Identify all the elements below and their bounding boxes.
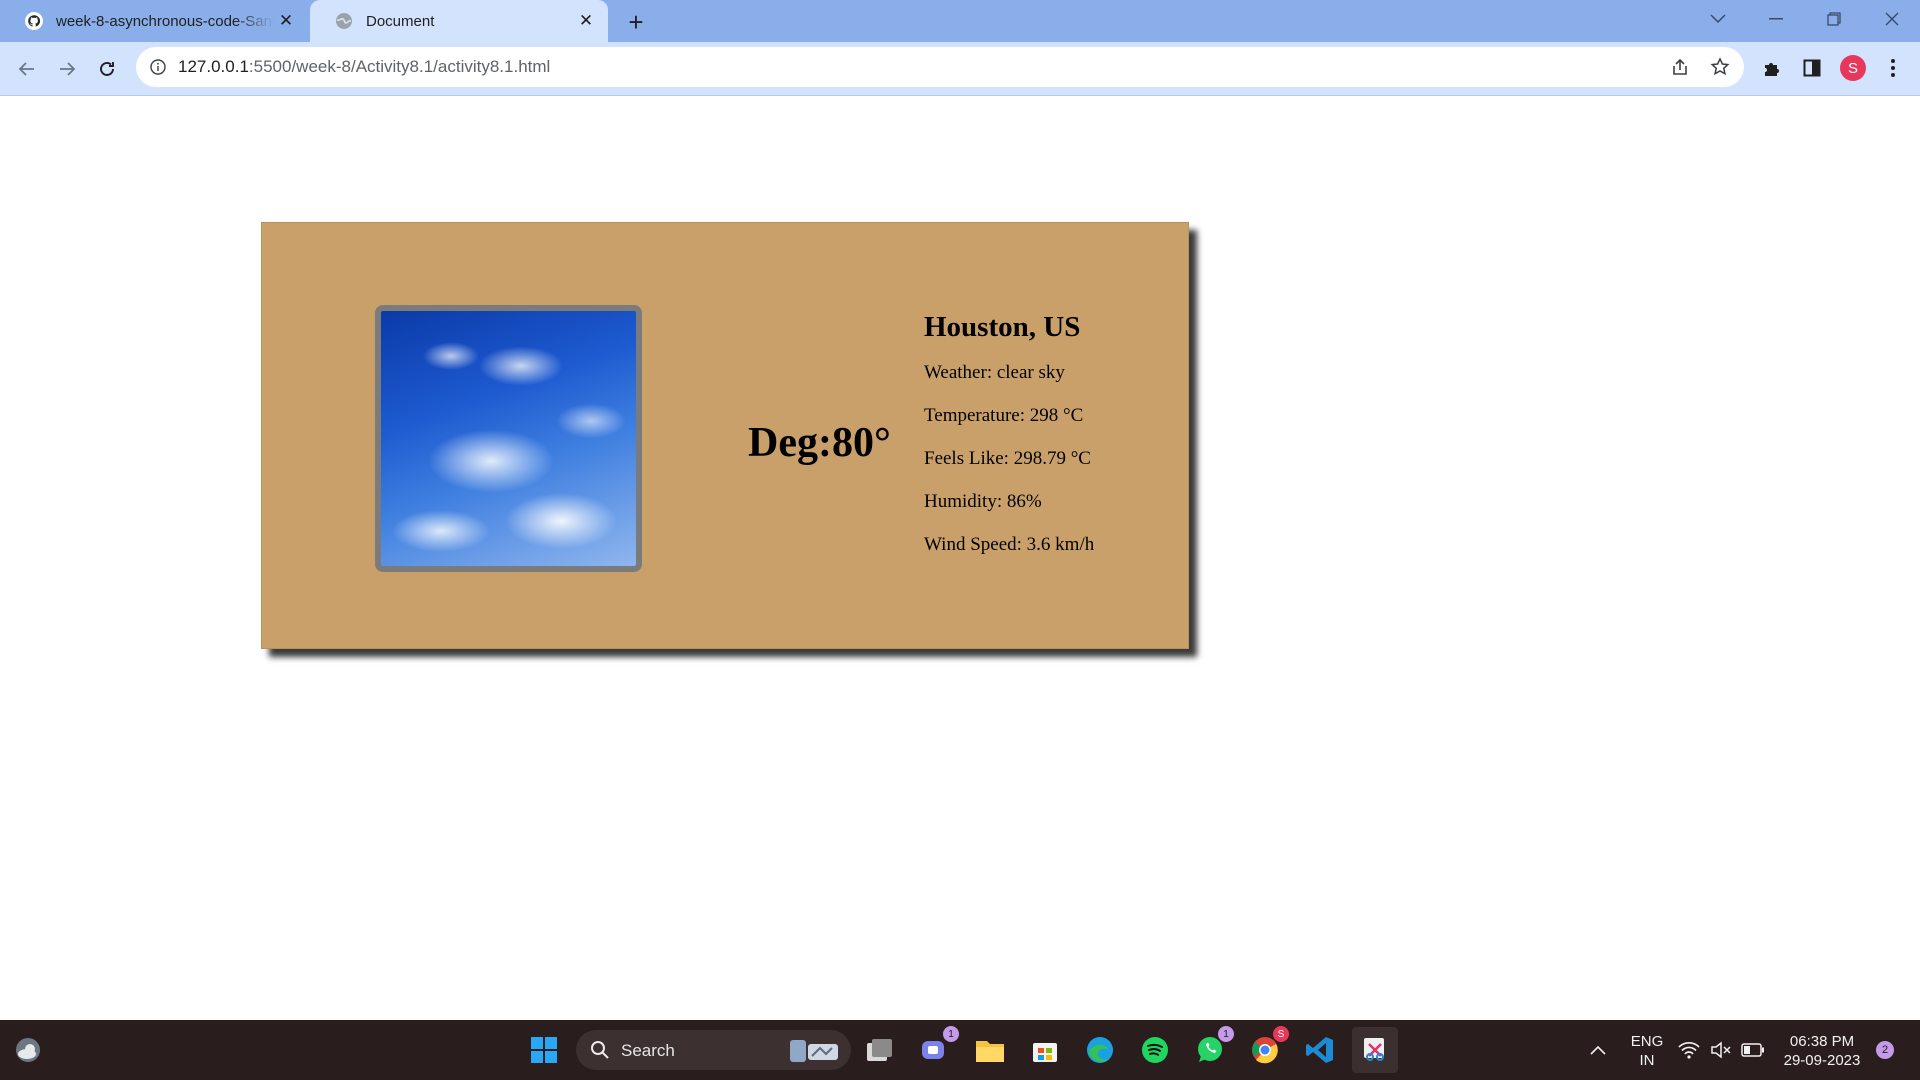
new-tab-plus-icon[interactable]: + <box>620 6 652 38</box>
battery-icon[interactable] <box>1738 1032 1768 1068</box>
tab-title: Document <box>366 12 435 30</box>
clock-time: 06:38 PM <box>1789 1033 1855 1050</box>
region-code: IN <box>1639 1052 1655 1069</box>
teams-notification-badge: 1 <box>943 1026 959 1042</box>
info-icon[interactable] <box>148 57 168 77</box>
chevron-up-icon[interactable] <box>1580 1032 1616 1068</box>
microsoft-store-icon[interactable] <box>1027 1032 1063 1068</box>
weather-details: Houston, US Weather: clear sky Temperatu… <box>924 311 1094 577</box>
language-indicator[interactable]: ENG IN <box>1622 1032 1672 1070</box>
url-host: 127.0.0.1 <box>178 57 249 76</box>
chrome-icon[interactable]: S <box>1247 1026 1289 1068</box>
weather-card: Deg:80° Houston, US Weather: clear sky T… <box>261 222 1189 649</box>
vscode-icon[interactable] <box>1302 1032 1338 1068</box>
tab-search-chevron-icon[interactable] <box>1690 0 1746 38</box>
weather-image <box>375 305 642 572</box>
city-heading: Houston, US <box>924 311 1081 343</box>
file-explorer-icon[interactable] <box>972 1032 1008 1068</box>
weather-widget-icon[interactable] <box>10 1032 46 1068</box>
search-label: Search <box>621 1041 675 1060</box>
reload-icon[interactable] <box>90 52 124 86</box>
profile-avatar[interactable]: S <box>1840 55 1866 81</box>
back-arrow-icon[interactable] <box>10 52 44 86</box>
clock-date: 29-09-2023 <box>1783 1052 1861 1069</box>
browser-toolbar: 127.0.0.1:5500/week-8/Activity8.1/activi… <box>0 42 1920 96</box>
address-bar[interactable]: 127.0.0.1:5500/week-8/Activity8.1/activi… <box>136 47 1744 87</box>
language-code: ENG <box>1630 1033 1664 1050</box>
whatsapp-notification-badge: 1 <box>1218 1026 1234 1042</box>
tab-document[interactable]: Document ✕ <box>310 0 608 42</box>
minimize-icon[interactable] <box>1748 0 1804 38</box>
close-icon[interactable]: ✕ <box>274 9 298 33</box>
snipping-tool-icon[interactable] <box>1352 1027 1398 1073</box>
feels-like-value: Feels Like: 298.79 °C <box>924 448 1091 469</box>
tab-title: week-8-asynchronous-code-SanDe <box>56 12 274 30</box>
globe-icon <box>334 11 354 31</box>
share-icon[interactable] <box>1668 55 1692 79</box>
windows-start-icon[interactable] <box>526 1032 562 1068</box>
chrome-profile-badge: S <box>1273 1026 1289 1042</box>
tab-strip: week-8-asynchronous-code-SanDe ✕ Documen… <box>0 0 1920 42</box>
edge-browser-icon[interactable] <box>1082 1032 1118 1068</box>
url-text[interactable]: 127.0.0.1:5500/week-8/Activity8.1/activi… <box>178 57 550 77</box>
task-view-icon[interactable] <box>862 1032 898 1068</box>
humidity-value: Humidity: 86% <box>924 491 1042 512</box>
taskbar-search-box[interactable]: Search <box>576 1030 851 1070</box>
taskbar: Search 1 1 S ENG IN 06:38 PM 29-09-2023 … <box>0 1020 1920 1080</box>
temperature-value: Temperature: 298 °C <box>924 405 1084 426</box>
restore-icon[interactable] <box>1806 0 1862 38</box>
extensions-puzzle-icon[interactable] <box>1758 54 1786 82</box>
close-window-icon[interactable] <box>1864 0 1920 38</box>
bookmark-star-icon[interactable] <box>1708 55 1732 79</box>
wind-speed-value: Wind Speed: 3.6 km/h <box>924 534 1095 555</box>
close-icon[interactable]: ✕ <box>574 9 598 33</box>
forward-arrow-icon[interactable] <box>50 52 84 86</box>
tab-github[interactable]: week-8-asynchronous-code-SanDe ✕ <box>0 0 308 42</box>
whatsapp-icon[interactable]: 1 <box>1192 1026 1234 1068</box>
github-icon <box>24 11 44 31</box>
volume-muted-icon[interactable] <box>1706 1032 1736 1068</box>
degree-readout: Deg:80° <box>748 420 891 466</box>
side-panel-icon[interactable] <box>1798 54 1826 82</box>
notification-count-badge[interactable]: 2 <box>1876 1041 1894 1059</box>
url-path: :5500/week-8/Activity8.1/activity8.1.htm… <box>248 57 551 76</box>
kebab-menu-icon[interactable] <box>1879 54 1907 82</box>
search-highlight-illustration-icon <box>790 1040 838 1062</box>
weather-description: Weather: clear sky <box>924 362 1065 383</box>
teams-chat-icon[interactable]: 1 <box>917 1026 959 1068</box>
wifi-icon[interactable] <box>1674 1032 1704 1068</box>
spotify-icon[interactable] <box>1137 1032 1173 1068</box>
clock[interactable]: 06:38 PM 29-09-2023 <box>1772 1032 1872 1070</box>
search-icon <box>591 1041 609 1059</box>
